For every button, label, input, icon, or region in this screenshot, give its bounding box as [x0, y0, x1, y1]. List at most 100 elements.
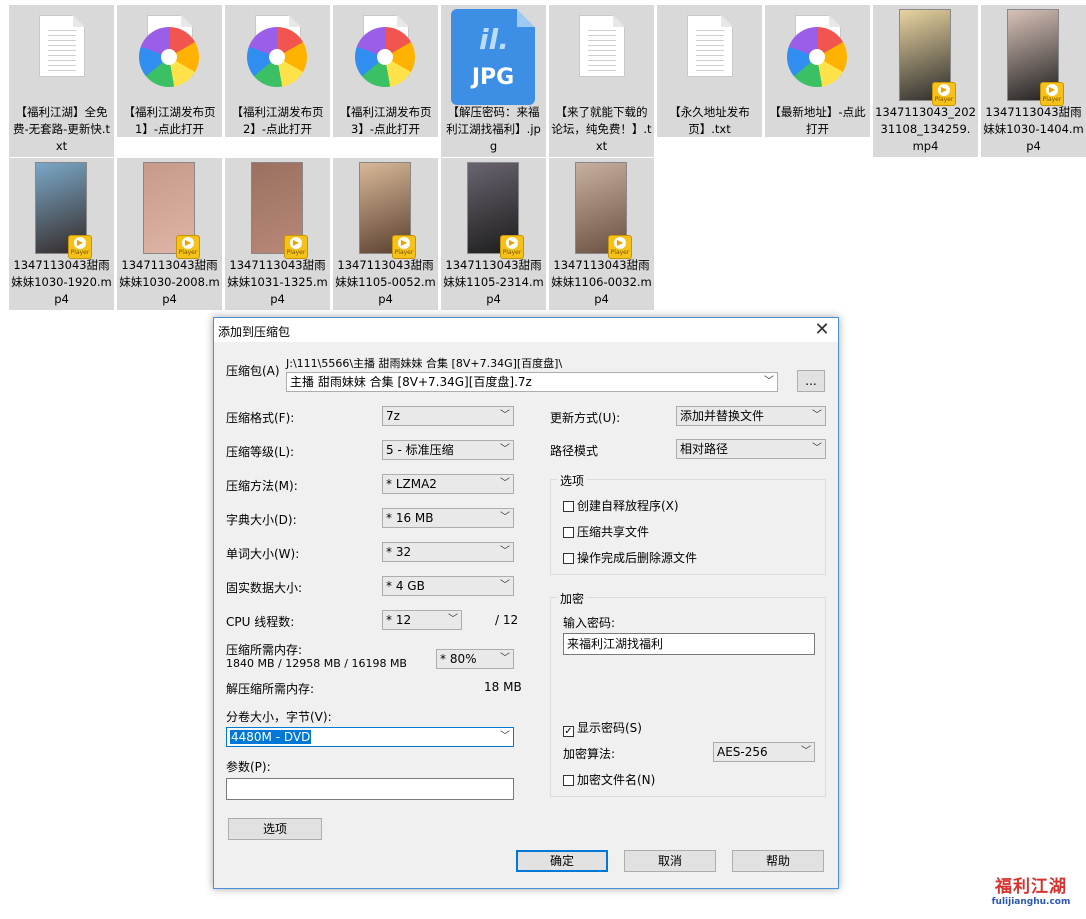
text-document-icon	[687, 15, 733, 77]
demem-label: 解压缩所需内存:	[226, 682, 315, 696]
play-icon: ▶	[1046, 84, 1058, 96]
file-item[interactable]: 【最新地址】-点此打开	[765, 5, 870, 137]
chevron-down-icon: ﹀	[812, 443, 822, 454]
play-icon: ▶	[182, 237, 194, 249]
password-input[interactable]: 来福利江湖找福利	[563, 633, 815, 655]
file-icon	[549, 5, 654, 105]
solid-combo[interactable]: * 4 GB ﹀	[382, 576, 514, 596]
video-thumbnail: ▶ Player	[549, 158, 654, 259]
player-badge-icon: ▶ Player	[284, 235, 308, 259]
encrypt-names-checkbox[interactable]: 加密文件名(N)	[563, 771, 655, 788]
file-icon	[117, 5, 222, 105]
file-item[interactable]: 【福利江湖】全免费-无套路-更新快.txt	[9, 5, 114, 157]
chevron-down-icon: ﹀	[500, 444, 510, 455]
file-icon: il. JPG	[441, 5, 546, 105]
file-item[interactable]: ▶ Player 1347113043甜雨妹妹1106-0032.mp4	[549, 158, 654, 310]
encryption-group-title: 加密	[557, 590, 588, 607]
file-item[interactable]: ▶ Player 1347113043甜雨妹妹1030-1404.mp4	[981, 5, 1086, 157]
video-frame: ▶ Player	[35, 162, 92, 259]
method-combo[interactable]: * LZMA2 ﹀	[382, 474, 514, 494]
update-combo[interactable]: 添加并替换文件 ﹀	[676, 406, 826, 426]
level-label: 压缩等级(L):	[226, 445, 295, 459]
help-button[interactable]: 帮助	[732, 850, 824, 872]
file-item[interactable]: ▶ Player 1347113043甜雨妹妹1105-0052.mp4	[333, 158, 438, 310]
word-value: * 32	[386, 545, 412, 559]
path-combo[interactable]: 相对路径 ﹀	[676, 439, 826, 459]
word-combo[interactable]: * 32 ﹀	[382, 542, 514, 562]
add-to-archive-dialog: 添加到压缩包 ✕ 压缩包(A) J:\111\5566\主播 甜雨妹妹 合集 […	[213, 317, 839, 889]
params-input[interactable]	[226, 778, 514, 800]
enc-method-value: AES-256	[717, 745, 768, 759]
player-badge-label: Player	[502, 249, 522, 256]
mem-label: 压缩所需内存:	[226, 643, 303, 657]
file-name: 【解压密码：来福利江湖找福利】.jpg	[446, 105, 541, 153]
format-label: 压缩格式(F):	[226, 411, 295, 425]
file-item[interactable]: 【永久地址发布页】.txt	[657, 5, 762, 137]
split-label: 分卷大小，字节(V):	[226, 710, 332, 724]
mem-percent-value: * 80%	[440, 652, 477, 666]
cpu-combo[interactable]: * 12 ﹀	[382, 610, 462, 630]
video-thumbnail: ▶ Player	[9, 158, 114, 259]
video-thumbnail: ▶ Player	[117, 158, 222, 259]
cancel-button[interactable]: 取消	[624, 850, 716, 872]
shared-checkbox[interactable]: 压缩共享文件	[563, 523, 649, 540]
browse-button[interactable]: ...	[797, 370, 825, 392]
file-item[interactable]: 【福利江湖发布页1】-点此打开	[117, 5, 222, 137]
sfx-checkbox[interactable]: 创建自释放程序(X)	[563, 497, 679, 514]
video-thumbnail: ▶ Player	[981, 5, 1086, 106]
file-item[interactable]: 【福利江湖发布页3】-点此打开	[333, 5, 438, 137]
level-combo[interactable]: 5 - 标准压缩 ﹀	[382, 440, 514, 460]
options-group: 选项 创建自释放程序(X) 压缩共享文件 操作完成后删除源文件	[550, 472, 826, 575]
archive-name-combo[interactable]: 主播 甜雨妹妹 合集 [8V+7.34G][百度盘].7z ﹀	[286, 372, 778, 392]
file-item[interactable]: ▶ Player 1347113043甜雨妹妹1105-2314.mp4	[441, 158, 546, 310]
file-name: 【福利江湖发布页2】-点此打开	[231, 105, 324, 136]
video-thumbnail: ▶ Player	[873, 5, 978, 106]
player-badge-icon: ▶ Player	[392, 235, 416, 259]
file-name: 1347113043甜雨妹妹1030-1920.mp4	[11, 258, 112, 306]
split-combo[interactable]: 4480M - DVD ﹀	[226, 727, 514, 747]
chevron-down-icon: ﹀	[448, 614, 458, 625]
video-thumbnail: ▶ Player	[333, 158, 438, 259]
delete-source-checkbox[interactable]: 操作完成后删除源文件	[563, 549, 697, 566]
dict-combo[interactable]: * 16 MB ﹀	[382, 508, 514, 528]
file-name: 1347113043甜雨妹妹1105-2314.mp4	[443, 258, 544, 306]
pinwheel-icon	[355, 27, 415, 87]
file-icon	[333, 5, 438, 105]
mem-percent-combo[interactable]: * 80% ﹀	[436, 649, 514, 669]
file-item[interactable]: ▶ Player 1347113043甜雨妹妹1030-2008.mp4	[117, 158, 222, 310]
options-button[interactable]: 选项	[228, 818, 322, 840]
player-badge-label: Player	[934, 96, 954, 103]
file-name: 1347113043_20231108_134259.mp4	[875, 105, 976, 153]
player-badge-label: Player	[394, 249, 414, 256]
file-item[interactable]: ▶ Player 1347113043甜雨妹妹1031-1325.mp4	[225, 158, 330, 310]
player-badge-label: Player	[178, 249, 198, 256]
show-password-checkbox[interactable]: ✓ 显示密码(S)	[563, 719, 642, 737]
mem-values: 1840 MB / 12958 MB / 16198 MB	[226, 657, 407, 670]
player-badge-icon: ▶ Player	[68, 235, 92, 259]
dialog-titlebar[interactable]: 添加到压缩包 ✕	[214, 318, 838, 342]
cpu-label: CPU 线程数:	[226, 615, 295, 629]
video-frame: ▶ Player	[575, 162, 632, 259]
play-icon: ▶	[614, 237, 626, 249]
file-name: 1347113043甜雨妹妹1105-0052.mp4	[335, 258, 436, 306]
file-item[interactable]: ▶ Player 1347113043_20231108_134259.mp4	[873, 5, 978, 157]
sfx-box	[563, 501, 574, 512]
file-item[interactable]: il. JPG 【解压密码：来福利江湖找福利】.jpg	[441, 5, 546, 157]
file-name: 【福利江湖】全免费-无套路-更新快.txt	[13, 105, 110, 153]
close-icon[interactable]: ✕	[812, 319, 832, 340]
file-item[interactable]: 【福利江湖发布页2】-点此打开	[225, 5, 330, 137]
video-thumbnail: ▶ Player	[441, 158, 546, 259]
split-value: 4480M - DVD	[230, 730, 312, 744]
pinwheel-icon	[787, 27, 847, 87]
show-password-label: 显示密码(S)	[577, 721, 642, 735]
file-item[interactable]: 【来了就能下载的论坛，纯免费！】.txt	[549, 5, 654, 157]
file-name: 1347113043甜雨妹妹1030-2008.mp4	[119, 258, 220, 306]
enc-method-combo[interactable]: AES-256 ﹀	[713, 742, 815, 762]
ok-button[interactable]: 确定	[516, 850, 608, 872]
chevron-down-icon: ﹀	[500, 512, 510, 523]
delete-box	[563, 553, 574, 564]
play-icon: ▶	[290, 237, 302, 249]
format-combo[interactable]: 7z ﹀	[382, 406, 514, 426]
file-item[interactable]: ▶ Player 1347113043甜雨妹妹1030-1920.mp4	[9, 158, 114, 310]
file-name: 1347113043甜雨妹妹1106-0032.mp4	[551, 258, 652, 306]
